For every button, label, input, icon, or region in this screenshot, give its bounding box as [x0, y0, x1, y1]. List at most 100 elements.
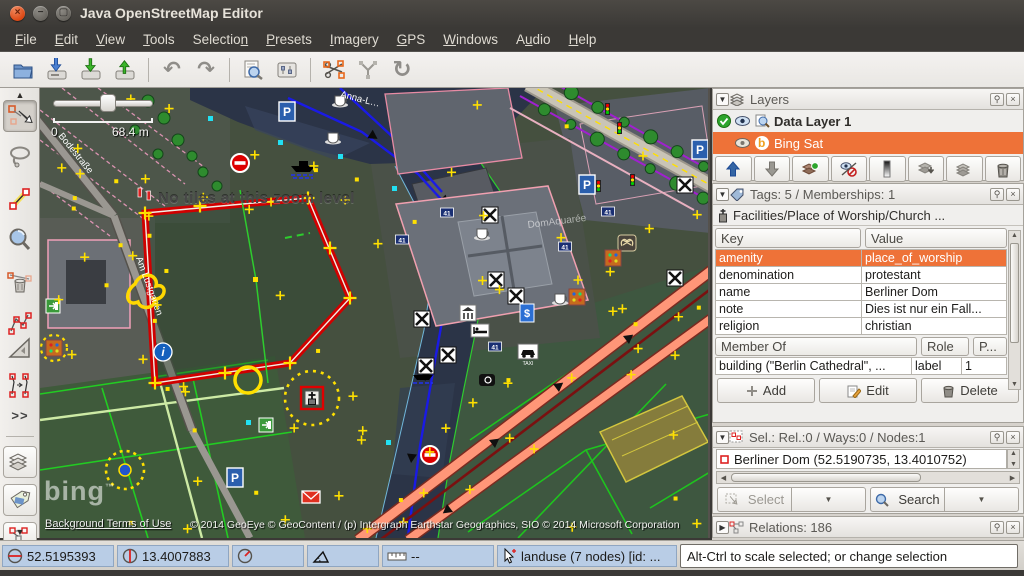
- expand-icon[interactable]: ▶: [716, 521, 729, 534]
- scroll-down-icon[interactable]: ▼: [1009, 381, 1020, 388]
- key-column-header[interactable]: Key: [715, 228, 861, 248]
- edit-tag-button[interactable]: Edit: [819, 378, 917, 403]
- tag-row[interactable]: amenityplace_of_worship: [716, 250, 1007, 267]
- toggle-layers-panel-button[interactable]: [3, 446, 37, 478]
- close-button[interactable]: ×: [10, 6, 25, 21]
- merge-nodes-button[interactable]: [351, 55, 385, 85]
- collapse-icon[interactable]: ▼: [716, 431, 729, 444]
- select-dropdown-icon[interactable]: ▼: [792, 487, 866, 512]
- hotel-icon: [471, 324, 489, 337]
- menu-file[interactable]: File: [6, 30, 46, 49]
- menu-tools[interactable]: Tools: [134, 30, 184, 49]
- menu-imagery[interactable]: Imagery: [321, 30, 388, 49]
- select-tool-button[interactable]: [3, 100, 37, 132]
- extrude-tool-button[interactable]: [3, 332, 37, 364]
- role-column-header[interactable]: Role: [921, 337, 969, 356]
- parallel-way-tool-button[interactable]: [3, 370, 37, 402]
- download-along-button[interactable]: [40, 55, 74, 85]
- tools-scroll-down-icon[interactable]: ▼: [4, 527, 36, 537]
- position-column-header[interactable]: P...: [973, 337, 1007, 356]
- value-column-header[interactable]: Value: [865, 228, 1007, 248]
- menu-selection[interactable]: Selection: [184, 30, 258, 49]
- layer-activate-button[interactable]: [792, 156, 829, 182]
- search-objects-button[interactable]: [236, 55, 270, 85]
- preferences-button[interactable]: [270, 55, 304, 85]
- tools-scroll-up-icon[interactable]: ▲: [4, 90, 36, 100]
- delete-tag-button[interactable]: Delete: [921, 378, 1019, 403]
- redo-button[interactable]: ↷: [189, 55, 223, 85]
- tag-row[interactable]: religionchristian: [716, 318, 1007, 335]
- undo-button[interactable]: ↶: [155, 55, 189, 85]
- scroll-right-icon[interactable]: ▶: [1007, 474, 1018, 482]
- menu-gps[interactable]: GPS: [388, 30, 435, 49]
- collapse-icon[interactable]: ▼: [716, 93, 729, 106]
- stick-panel-icon[interactable]: ⚲: [990, 93, 1004, 106]
- zoom-slider-handle[interactable]: [100, 94, 116, 112]
- open-file-button[interactable]: [6, 55, 40, 85]
- tag-row[interactable]: denominationprotestant: [716, 267, 1007, 284]
- stick-panel-icon[interactable]: ⚲: [990, 188, 1004, 201]
- menu-edit[interactable]: Edit: [46, 30, 87, 49]
- menu-help[interactable]: Help: [560, 30, 606, 49]
- layer-opacity-button[interactable]: [869, 156, 906, 182]
- selection-hscrollbar[interactable]: ◀ ▶: [716, 471, 1020, 484]
- tag-row[interactable]: nameBerliner Dom: [716, 284, 1007, 301]
- close-panel-icon[interactable]: ×: [1006, 93, 1020, 106]
- toggle-tags-panel-button[interactable]: [3, 484, 37, 516]
- layer-move-up-button[interactable]: [715, 156, 752, 182]
- draw-nodes-tool-button[interactable]: [3, 183, 37, 215]
- layer-row-bing-sat[interactable]: b Bing Sat: [713, 132, 1023, 154]
- map-view[interactable]: P P P P i: [40, 88, 710, 538]
- minimize-button[interactable]: −: [33, 6, 48, 21]
- scroll-left-icon[interactable]: ◀: [718, 474, 729, 482]
- add-tag-button[interactable]: Add: [717, 378, 815, 403]
- tags-scrollbar[interactable]: ▲ ▼: [1008, 230, 1021, 390]
- map-canvas[interactable]: P P P P i: [40, 88, 710, 538]
- close-panel-icon[interactable]: ×: [1006, 521, 1020, 534]
- preset-row[interactable]: Facilities/Place of Worship/Church ...: [713, 205, 1023, 226]
- close-panel-icon[interactable]: ×: [1006, 431, 1020, 444]
- scroll-up-icon[interactable]: ▲: [1008, 450, 1019, 457]
- collapse-icon[interactable]: ▼: [716, 188, 729, 201]
- maximize-button[interactable]: ▢: [56, 6, 71, 21]
- scroll-up-icon[interactable]: ▲: [1009, 232, 1020, 239]
- membership-row[interactable]: building ("Berlin Cathedral", ... label …: [716, 358, 1007, 375]
- layer-merge-button[interactable]: [908, 156, 945, 182]
- layer-delete-button[interactable]: [985, 156, 1022, 182]
- unglue-ways-button[interactable]: [317, 55, 351, 85]
- layer-row-data-layer[interactable]: Data Layer 1: [713, 110, 1023, 132]
- selection-spinner[interactable]: ▲ ▼: [1007, 449, 1020, 469]
- upload-data-button[interactable]: [108, 55, 142, 85]
- longitude-icon: [122, 548, 138, 564]
- search-button[interactable]: Search: [870, 487, 945, 512]
- lasso-tool-button[interactable]: [3, 140, 37, 172]
- bing-logo: bing™: [44, 476, 115, 507]
- scrollbar-thumb[interactable]: [1010, 243, 1019, 343]
- menu-windows[interactable]: Windows: [434, 30, 507, 49]
- visibility-eye-icon[interactable]: [734, 114, 751, 128]
- close-panel-icon[interactable]: ×: [1006, 188, 1020, 201]
- menu-presets[interactable]: Presets: [257, 30, 321, 49]
- terms-of-use-link[interactable]: Background Terms of Use: [45, 518, 171, 530]
- tag-row[interactable]: noteDies ist nur ein Fall...: [716, 301, 1007, 318]
- stick-panel-icon[interactable]: ⚲: [990, 431, 1004, 444]
- member-of-column-header[interactable]: Member Of: [715, 337, 917, 356]
- window-edge: [0, 570, 1024, 576]
- scrollbar-thumb[interactable]: [731, 473, 921, 482]
- menu-audio[interactable]: Audio: [507, 30, 560, 49]
- stick-panel-icon[interactable]: ⚲: [990, 521, 1004, 534]
- visibility-eye-icon[interactable]: [734, 136, 751, 150]
- zoom-tool-button[interactable]: [3, 224, 37, 256]
- delete-tool-button[interactable]: [3, 266, 37, 298]
- layer-move-down-button[interactable]: [754, 156, 791, 182]
- menu-view[interactable]: View: [87, 30, 134, 49]
- scroll-down-icon[interactable]: ▼: [1008, 461, 1019, 468]
- update-data-button[interactable]: ↻: [385, 55, 419, 85]
- search-dropdown-icon[interactable]: ▼: [945, 487, 1019, 512]
- layer-duplicate-button[interactable]: [946, 156, 983, 182]
- selected-object-item[interactable]: Berliner Dom (52.5190735, 13.4010752): [716, 449, 1007, 469]
- select-button[interactable]: Select: [717, 487, 792, 512]
- layer-show-hide-button[interactable]: [831, 156, 868, 182]
- download-data-button[interactable]: [74, 55, 108, 85]
- more-tools-button[interactable]: >>: [3, 404, 37, 426]
